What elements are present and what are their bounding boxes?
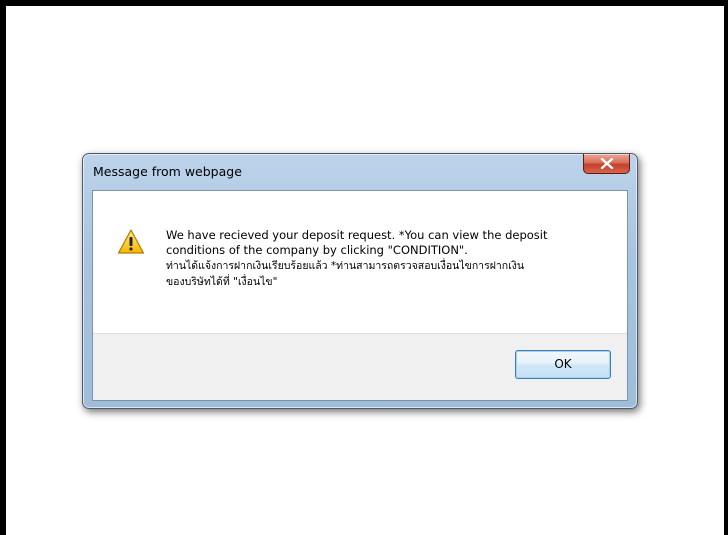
close-button[interactable]: [583, 154, 630, 174]
warning-icon: [117, 229, 145, 254]
message-text: We have recieved your deposit request. *…: [166, 228, 606, 290]
message-line-4: ของบริษัทได้ที่ "เงื่อนไข": [166, 276, 278, 288]
message-line-3: ท่านได้แจ้งการฝากเงินเรียบร้อยแล้ว *ท่าน…: [166, 260, 525, 272]
dialog-button-bar: OK: [93, 333, 627, 400]
ok-button[interactable]: OK: [515, 350, 611, 379]
message-dialog: Message from webpage We have recieved yo…: [82, 153, 638, 409]
message-line-1: We have recieved your deposit request. *…: [166, 228, 548, 242]
dialog-title: Message from webpage: [93, 164, 242, 179]
message-line-2: conditions of the company by clicking "C…: [166, 243, 468, 257]
dialog-titlebar[interactable]: Message from webpage: [83, 154, 637, 190]
close-x-icon: [600, 158, 614, 169]
dialog-client-area: We have recieved your deposit request. *…: [92, 190, 628, 401]
